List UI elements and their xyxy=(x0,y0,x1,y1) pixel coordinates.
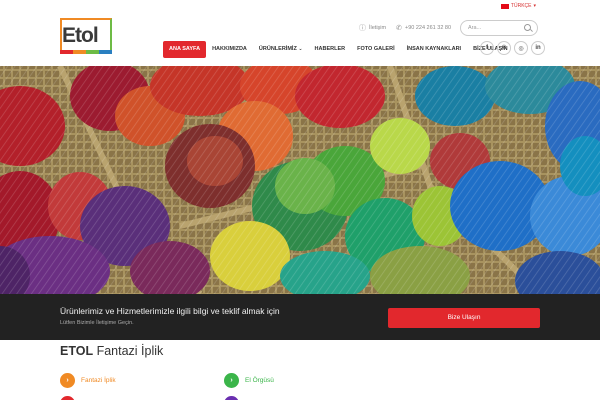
phone-icon: ✆ xyxy=(396,25,402,32)
chevron-right-icon: › xyxy=(224,373,239,388)
contact-us-button[interactable]: Bize Ulaşın xyxy=(388,308,540,328)
turkey-flag-icon xyxy=(500,3,509,9)
chevron-right-icon: › xyxy=(60,373,75,388)
cta-subtitle: Lütfen Bizimle İletişime Geçin. xyxy=(60,320,134,326)
site-header: Etol TÜRKÇE ▾ ⓘ İletişim ✆ +90 224 261 3… xyxy=(0,0,600,66)
search-input[interactable]: Ara... xyxy=(460,20,538,36)
nav-item-products[interactable]: ÜRÜNLERİMİZ ⌄ xyxy=(253,41,309,58)
nav-item-news[interactable]: HABERLER xyxy=(309,41,352,58)
social-links: f ℗ ◎ in xyxy=(480,41,545,55)
language-label: TÜRKÇE xyxy=(510,3,532,9)
search-placeholder: Ara... xyxy=(468,25,482,31)
feature-label: El Örgüsü xyxy=(245,377,274,384)
cta-title: Ürünlerimiz ve Hizmetlerimizle ilgili bi… xyxy=(60,306,280,316)
info-icon: ⓘ xyxy=(359,25,366,32)
main-nav: ANA SAYFA HAKKIMIZDA ÜRÜNLERİMİZ ⌄ HABER… xyxy=(163,41,514,58)
feature-icon-partial xyxy=(224,396,239,400)
section-title-rest: Fantazi İplik xyxy=(96,344,164,358)
phone-link[interactable]: ✆ +90 224 261 32 80 xyxy=(396,24,451,32)
nav-item-gallery[interactable]: FOTO GALERİ xyxy=(351,41,400,58)
language-selector[interactable]: TÜRKÇE ▾ xyxy=(500,3,536,9)
contact-link[interactable]: ⓘ İletişim xyxy=(359,23,386,33)
nav-item-about[interactable]: HAKKIMIZDA xyxy=(206,41,253,58)
feature-icon-partial xyxy=(60,396,75,400)
chevron-down-icon: ⌄ xyxy=(298,46,303,52)
facebook-icon[interactable]: f xyxy=(480,41,494,55)
etol-logo[interactable]: Etol xyxy=(60,18,112,54)
feature-el-orgusu[interactable]: › El Örgüsü xyxy=(224,373,274,388)
pinterest-icon[interactable]: ℗ xyxy=(497,41,511,55)
feature-label: Fantazi İplik xyxy=(81,377,116,384)
cta-band: Ürünlerimiz ve Hizmetlerimizle ilgili bi… xyxy=(0,294,600,340)
hero-yarn-image xyxy=(0,66,600,294)
yarn-illustration xyxy=(0,66,600,294)
logo-stripe xyxy=(60,50,112,54)
nav-item-products-label: ÜRÜNLERİMİZ xyxy=(258,46,297,52)
section-title: ETOL Fantazi İplik xyxy=(60,344,163,358)
phone-number: +90 224 261 32 80 xyxy=(405,25,452,31)
instagram-icon[interactable]: ◎ xyxy=(514,41,528,55)
logo-text: Etol xyxy=(62,24,99,47)
section-title-brand: ETOL xyxy=(60,344,94,358)
search-icon[interactable] xyxy=(524,24,531,31)
linkedin-icon[interactable]: in xyxy=(531,41,545,55)
feature-fantazi-iplik[interactable]: › Fantazi İplik xyxy=(60,373,116,388)
nav-item-home[interactable]: ANA SAYFA xyxy=(163,41,207,58)
contact-label: İletişim xyxy=(369,25,387,31)
top-links: ⓘ İletişim ✆ +90 224 261 32 80 xyxy=(359,23,451,33)
chevron-down-icon: ▾ xyxy=(533,3,536,9)
nav-item-hr[interactable]: İNSAN KAYNAKLARI xyxy=(401,41,468,58)
